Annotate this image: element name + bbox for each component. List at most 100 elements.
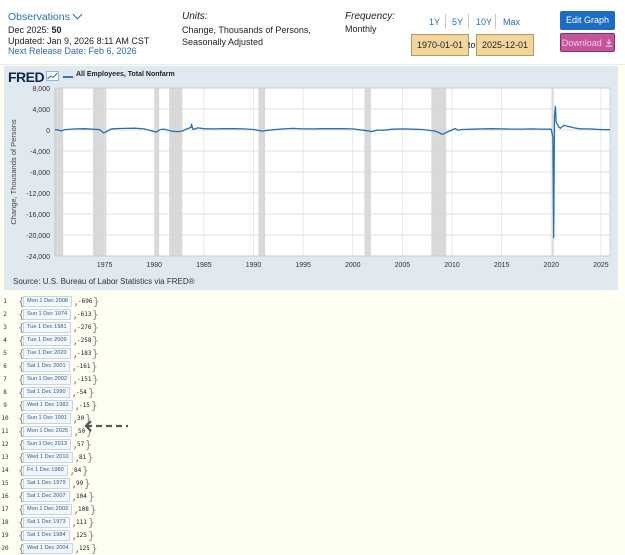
row-number: 14 [1, 467, 9, 474]
y-tick-label: -8,000 [30, 170, 50, 177]
y-tick-label: 8,000 [32, 86, 50, 93]
row-value: 111 [76, 519, 87, 526]
x-tick-label: 1985 [196, 262, 212, 269]
row-number: 17 [1, 506, 9, 513]
y-tick-label: -24,000 [26, 254, 50, 261]
row-number: 5 [3, 350, 7, 357]
row-number: 10 [1, 415, 9, 422]
chart-source: Source: U.S. Bureau of Labor Statistics … [13, 277, 195, 286]
date-chip: Sat 1 Dec 1990 [23, 387, 70, 398]
brace-close: } [93, 295, 100, 308]
date-chip: Wed 1 Dec 2010 [23, 452, 73, 463]
row-number: 6 [3, 363, 7, 370]
row-number: 4 [3, 337, 7, 344]
date-chip: Sun 1 Dec 1974 [23, 309, 72, 320]
row-number: 12 [1, 441, 9, 448]
chart: 8,000 4,000 0 -4,000 -8,000 -12,000 -16,000 -20… [9, 86, 611, 269]
row-number: 19 [1, 532, 9, 539]
brace-close: } [87, 451, 94, 464]
date-chip: Wed 1 Dec 2004 [23, 543, 73, 554]
row-value: 108 [78, 506, 89, 513]
x-tick-label: 2000 [345, 262, 361, 269]
y-tick-label: 4,000 [32, 107, 50, 114]
row-value: -151 [77, 376, 92, 383]
date-chip: Mon 1 Dec 2025 [23, 426, 73, 437]
date-chip: Sun 1 Dec 2013 [23, 439, 72, 450]
y-tick-label: 0 [46, 128, 50, 135]
y-tick-label: -4,000 [30, 149, 50, 156]
row-number: 1 [3, 298, 7, 305]
row-value: 81 [79, 454, 87, 461]
brace-close: } [84, 477, 91, 490]
row-value: -54 [76, 389, 87, 396]
row-value: 125 [79, 545, 90, 552]
x-tick-label: 2020 [543, 262, 559, 269]
x-tick-label: 2015 [494, 262, 510, 269]
date-chip: Sun 1 Dec 1991 [23, 413, 72, 424]
date-chip: Sat 1 Dec 2001 [23, 361, 70, 372]
row-number: 16 [1, 493, 9, 500]
date-chip: Wed 1 Dec 1982 [23, 400, 73, 411]
arrow-left-icon [84, 420, 128, 432]
date-chip: Mon 1 Dec 2003 [23, 504, 73, 515]
brace-close: } [92, 347, 99, 360]
x-tick-label: 2005 [395, 262, 411, 269]
brace-close: } [92, 373, 99, 386]
brace-close: } [88, 529, 95, 542]
date-chip: Sat 1 Dec 1979 [23, 478, 70, 489]
date-chip: Tue 1 Dec 2009 [23, 335, 71, 346]
x-tick-label: 1995 [295, 262, 311, 269]
row-value: 125 [76, 532, 87, 539]
brace-close: } [91, 399, 98, 412]
brace-close: } [88, 490, 95, 503]
row-number: 15 [1, 480, 9, 487]
row-value: -613 [77, 311, 92, 318]
date-chip: Sat 1 Dec 1984 [23, 530, 70, 541]
row-number: 20 [1, 545, 9, 552]
row-value: -161 [76, 363, 91, 370]
x-tick-label: 2010 [444, 262, 460, 269]
row-number: 13 [1, 454, 9, 461]
brace-close: } [91, 542, 98, 555]
date-chip: Sat 1 Dec 2007 [23, 491, 70, 502]
date-chip: Tue 1 Dec 1981 [23, 322, 71, 333]
row-value: 57 [77, 441, 85, 448]
x-tick-label: 1980 [146, 262, 162, 269]
row-number: 9 [3, 402, 7, 409]
brace-close: } [82, 464, 89, 477]
row-number: 2 [3, 311, 7, 318]
brace-close: } [91, 360, 98, 373]
brace-close: } [88, 516, 95, 529]
brace-close: } [92, 334, 99, 347]
brace-close: } [92, 308, 99, 321]
row-value: -696 [78, 298, 93, 305]
y-axis-label: Change, Thousands of Persons [9, 119, 18, 225]
row-number: 3 [3, 324, 7, 331]
row-value: 104 [76, 493, 87, 500]
row-number: 18 [1, 519, 9, 526]
row-value: -183 [77, 350, 92, 357]
date-chip: Fri 1 Dec 1980 [23, 465, 68, 476]
date-chip: Sun 1 Dec 2002 [23, 374, 72, 385]
row-value: -15 [79, 402, 90, 409]
row-number: 11 [1, 428, 9, 435]
row-value: 84 [74, 467, 82, 474]
row-value: 99 [76, 480, 84, 487]
y-tick-label: -16,000 [26, 212, 50, 219]
date-chip: Tue 1 Dec 2020 [23, 348, 71, 359]
row-value: -276 [77, 324, 92, 331]
row-value: -258 [77, 337, 92, 344]
row-number: 7 [3, 376, 7, 383]
date-chip: Mon 1 Dec 2008 [23, 296, 73, 307]
row-number: 8 [3, 389, 7, 396]
x-tick-label: 1975 [97, 262, 113, 269]
date-chip: Sat 1 Dec 1973 [23, 517, 70, 528]
brace-close: } [88, 386, 95, 399]
brace-close: } [92, 321, 99, 334]
brace-close: } [90, 503, 97, 516]
y-tick-label: -12,000 [26, 191, 50, 198]
brace-close: } [85, 438, 92, 451]
x-tick-label: 1990 [246, 262, 262, 269]
y-tick-label: -20,000 [26, 233, 50, 240]
x-tick-label: 2025 [593, 262, 609, 269]
